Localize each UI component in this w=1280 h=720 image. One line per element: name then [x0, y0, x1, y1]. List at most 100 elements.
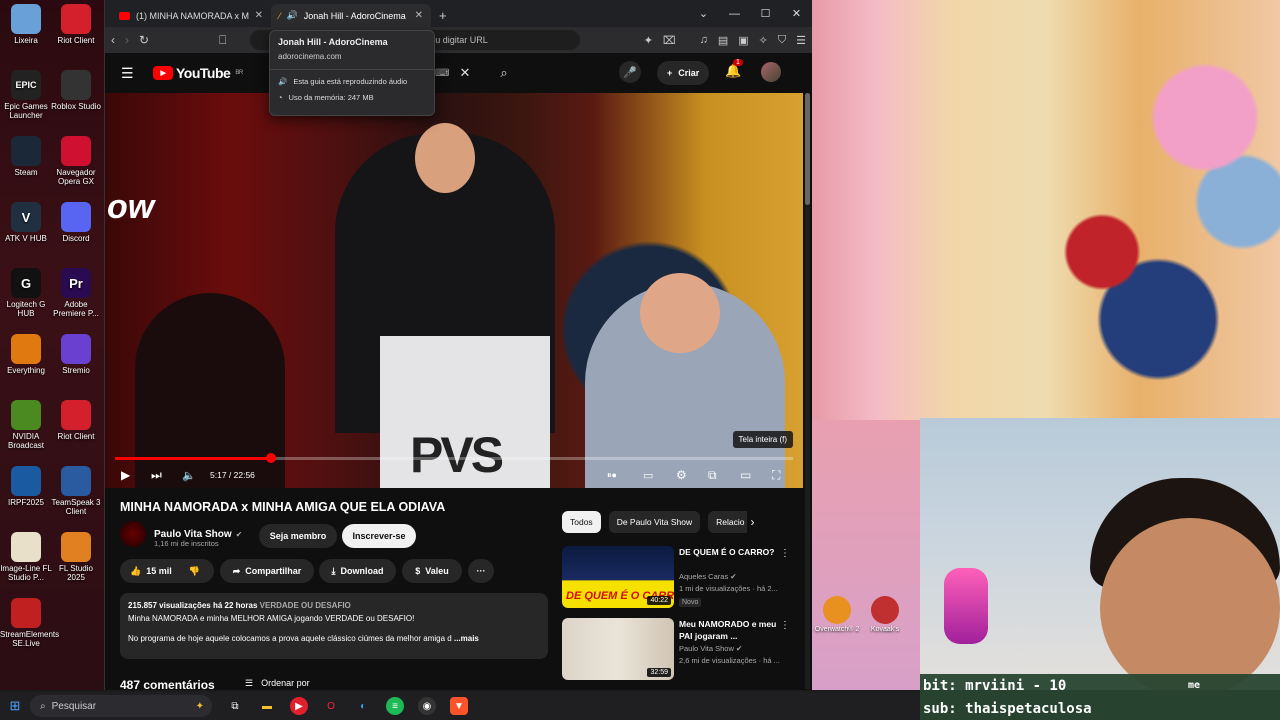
task-view-icon[interactable]: ⧉: [226, 697, 244, 715]
audio-playing-icon[interactable]: 🔊: [287, 10, 298, 21]
hamburger-menu-icon[interactable]: ☰: [121, 65, 137, 82]
chip-channel[interactable]: De Paulo Vita Show: [608, 511, 701, 533]
suggestion-title[interactable]: DE QUEM É O CARRO?: [679, 546, 779, 558]
shield-icon[interactable]: ⛉: [778, 34, 786, 47]
show-more-link[interactable]: ...mais: [454, 634, 479, 643]
desktop-icon[interactable]: EPIC Epic Games Launcher: [0, 70, 52, 120]
desktop-icon-kovaaks[interactable]: Kovaak's: [860, 596, 910, 633]
join-button[interactable]: Seja membro: [259, 524, 337, 548]
tab-adorocinema[interactable]: ⁄ 🔊 Jonah Hill - AdoroCinema ✕: [271, 4, 431, 27]
desktop-icon-overwatch[interactable]: Overwatch® 2: [812, 596, 862, 633]
more-vertical-icon[interactable]: ⋮: [780, 620, 790, 631]
close-tab-icon[interactable]: ✕: [415, 10, 423, 21]
play-icon[interactable]: ▶: [121, 468, 130, 482]
screenshot-icon[interactable]: ⌧: [663, 34, 676, 47]
like-count[interactable]: 15 mil: [146, 566, 172, 576]
share-button[interactable]: ➦ Compartilhar: [220, 559, 314, 583]
miniplayer-icon[interactable]: ⧉: [708, 468, 717, 483]
wallet-icon[interactable]: ▣: [738, 34, 748, 47]
desktop-icon[interactable]: NVIDIA Broadcast: [0, 400, 52, 450]
notifications-bell-icon[interactable]: 🔔 1: [725, 59, 743, 79]
forward-icon[interactable]: ›: [125, 33, 129, 47]
chip-all[interactable]: Todos: [562, 511, 601, 533]
back-icon[interactable]: ‹: [111, 33, 115, 47]
windows-start-icon[interactable]: ⊞: [0, 698, 30, 714]
account-avatar[interactable]: [761, 62, 781, 82]
progress-scrubber[interactable]: [265, 453, 276, 463]
desktop-icon[interactable]: Lixeira: [0, 4, 52, 45]
menu-icon[interactable]: ☰: [796, 34, 806, 47]
suggestion-item[interactable]: 32:59 Meu NAMORADO e meu PAI jogaram ...…: [562, 618, 792, 680]
sidebar-icon[interactable]: ▤: [718, 34, 728, 47]
like-icon[interactable]: 👍: [130, 566, 141, 577]
scrollbar-thumb[interactable]: [805, 93, 810, 205]
minimize-button[interactable]: —: [719, 0, 750, 27]
spotify-icon[interactable]: ≡: [386, 697, 404, 715]
sort-comments-button[interactable]: ☰ Ordenar por: [245, 678, 310, 689]
more-actions-button[interactable]: ···: [468, 559, 494, 583]
create-button[interactable]: + Criar: [657, 61, 710, 85]
hashtag[interactable]: VERDADE OU DESAFIO: [260, 601, 351, 610]
bookmark-icon[interactable]: ⎕: [219, 33, 226, 48]
desktop-icon[interactable]: Roblox Studio: [50, 70, 102, 111]
desktop-icon[interactable]: IRPF2025: [0, 466, 52, 507]
desktop-icon[interactable]: FL Studio 2025: [50, 532, 102, 582]
opera-icon[interactable]: O: [322, 697, 340, 715]
desktop-icon[interactable]: Pr Adobe Premiere P...: [50, 268, 102, 318]
music-icon[interactable]: ♫: [700, 34, 708, 47]
ai-icon[interactable]: ✧: [759, 34, 768, 47]
dislike-icon[interactable]: 👎: [189, 566, 200, 577]
chip-related[interactable]: Relacio: [708, 511, 747, 533]
keyboard-icon[interactable]: ⌨: [435, 68, 449, 79]
desktop-icon[interactable]: StreamElements SE.Live: [0, 598, 59, 648]
download-button[interactable]: ⤓ Download: [319, 559, 396, 583]
youtube-app-icon[interactable]: ▶: [290, 697, 308, 715]
desktop-icon[interactable]: V ATK V HUB: [0, 202, 52, 243]
brave-icon[interactable]: ▼: [450, 697, 468, 715]
reload-icon[interactable]: ↻: [139, 33, 149, 47]
channel-name[interactable]: Paulo Vita Show: [154, 529, 232, 540]
theater-mode-icon[interactable]: ▭: [740, 468, 751, 482]
desktop-icon[interactable]: Riot Client: [50, 400, 102, 441]
video-progress-bar[interactable]: [115, 453, 793, 463]
suggestion-item[interactable]: DE QUEM É O CARRO? 40:22 DE QUEM É O CAR…: [562, 546, 792, 608]
chevron-down-icon[interactable]: ⌄: [688, 0, 719, 27]
fullscreen-icon[interactable]: ⛶: [772, 468, 780, 483]
suggestion-thumbnail[interactable]: DE QUEM É O CARRO? 40:22: [562, 546, 674, 608]
close-window-button[interactable]: ✕: [781, 0, 812, 27]
suggestion-thumbnail[interactable]: 32:59: [562, 618, 674, 680]
desktop-icon[interactable]: TeamSpeak 3 Client: [50, 466, 102, 516]
subtitles-icon[interactable]: ▭: [643, 469, 653, 482]
clear-search-icon[interactable]: ✕: [459, 65, 470, 81]
autoplay-toggle[interactable]: ⏸●: [607, 470, 617, 481]
taskbar-search[interactable]: ⌕ Pesquisar ✦: [30, 695, 212, 717]
desktop-icon[interactable]: G Logitech G HUB: [0, 268, 52, 318]
video-player[interactable]: ow PVS Tela inteira (f) ▶ ⏭ 🔈 5:17 / 22:…: [105, 93, 803, 488]
new-tab-button[interactable]: +: [431, 4, 455, 27]
desktop-icon[interactable]: Navegador Opera GX: [50, 136, 102, 186]
desktop-icon[interactable]: Steam: [0, 136, 52, 177]
desktop-icon[interactable]: Everything: [0, 334, 52, 375]
subscribe-button[interactable]: Inscrever-se: [342, 524, 416, 548]
file-explorer-icon[interactable]: ▬: [258, 697, 276, 715]
desktop-icon[interactable]: Riot Client: [50, 4, 102, 45]
maximize-button[interactable]: ☐: [750, 0, 781, 27]
puzzle-icon[interactable]: ✦: [644, 34, 653, 47]
volume-icon[interactable]: 🔈: [182, 469, 196, 482]
thanks-button[interactable]: $ Valeu: [402, 559, 462, 583]
youtube-logo[interactable]: ▶ YouTube BR: [153, 65, 243, 81]
voice-search-icon[interactable]: 🎤: [619, 61, 641, 83]
channel-avatar[interactable]: [120, 521, 146, 547]
chips-next-icon[interactable]: ›: [751, 511, 755, 533]
page-scrollbar[interactable]: [805, 93, 810, 689]
obs-icon[interactable]: ◉: [418, 697, 436, 715]
edge-icon[interactable]: ◐: [354, 697, 372, 715]
description-box[interactable]: 215.857 visualizações há 22 horas VERDAD…: [120, 593, 548, 659]
search-icon[interactable]: ⌕: [500, 65, 507, 81]
settings-gear-icon[interactable]: ⚙: [676, 468, 687, 482]
suggestion-title[interactable]: Meu NAMORADO e meu PAI jogaram ...: [679, 618, 779, 642]
desktop-icon[interactable]: Image-Line FL Studio P...: [0, 532, 52, 582]
tab-youtube[interactable]: (1) MINHA NAMORADA x MINH ✕: [111, 4, 271, 27]
next-video-icon[interactable]: ⏭: [151, 468, 162, 483]
more-vertical-icon[interactable]: ⋮: [780, 548, 790, 559]
